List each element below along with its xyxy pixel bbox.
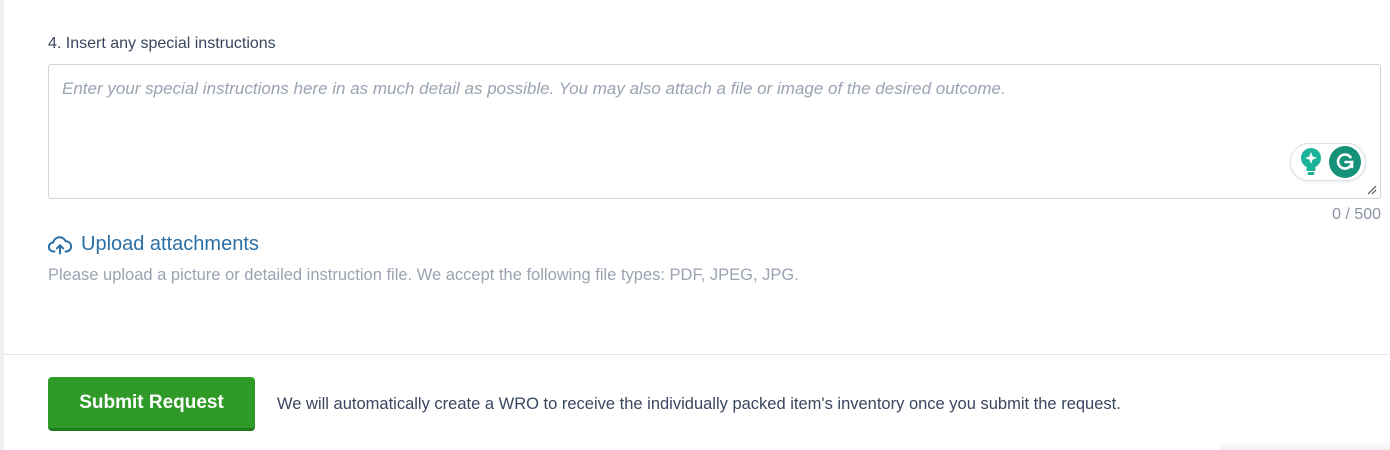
special-instructions-page: 4. Insert any special instructions 0 / 5… <box>0 0 1390 450</box>
character-counter: 0 / 500 <box>1332 206 1381 223</box>
instructions-textarea-container <box>48 64 1381 199</box>
instructions-textarea[interactable] <box>49 65 1380 198</box>
upload-attachments-label[interactable]: Upload attachments <box>81 233 259 256</box>
upload-attachments-link[interactable]: Upload attachments <box>48 233 259 256</box>
cloud-upload-icon <box>48 235 72 254</box>
resize-handle-icon[interactable] <box>1367 185 1377 195</box>
submit-note-text: We will automatically create a WRO to re… <box>277 395 1121 413</box>
upload-help-text: Please upload a picture or detailed inst… <box>48 266 799 284</box>
grammarly-widget[interactable] <box>1290 143 1366 181</box>
instructions-label: 4. Insert any special instructions <box>48 35 276 52</box>
footer-divider <box>4 354 1390 355</box>
grammarly-g-icon[interactable] <box>1329 146 1361 178</box>
lightbulb-icon[interactable] <box>1298 147 1324 177</box>
corner-shadow <box>1220 440 1390 450</box>
submit-request-button[interactable]: Submit Request <box>48 377 255 431</box>
